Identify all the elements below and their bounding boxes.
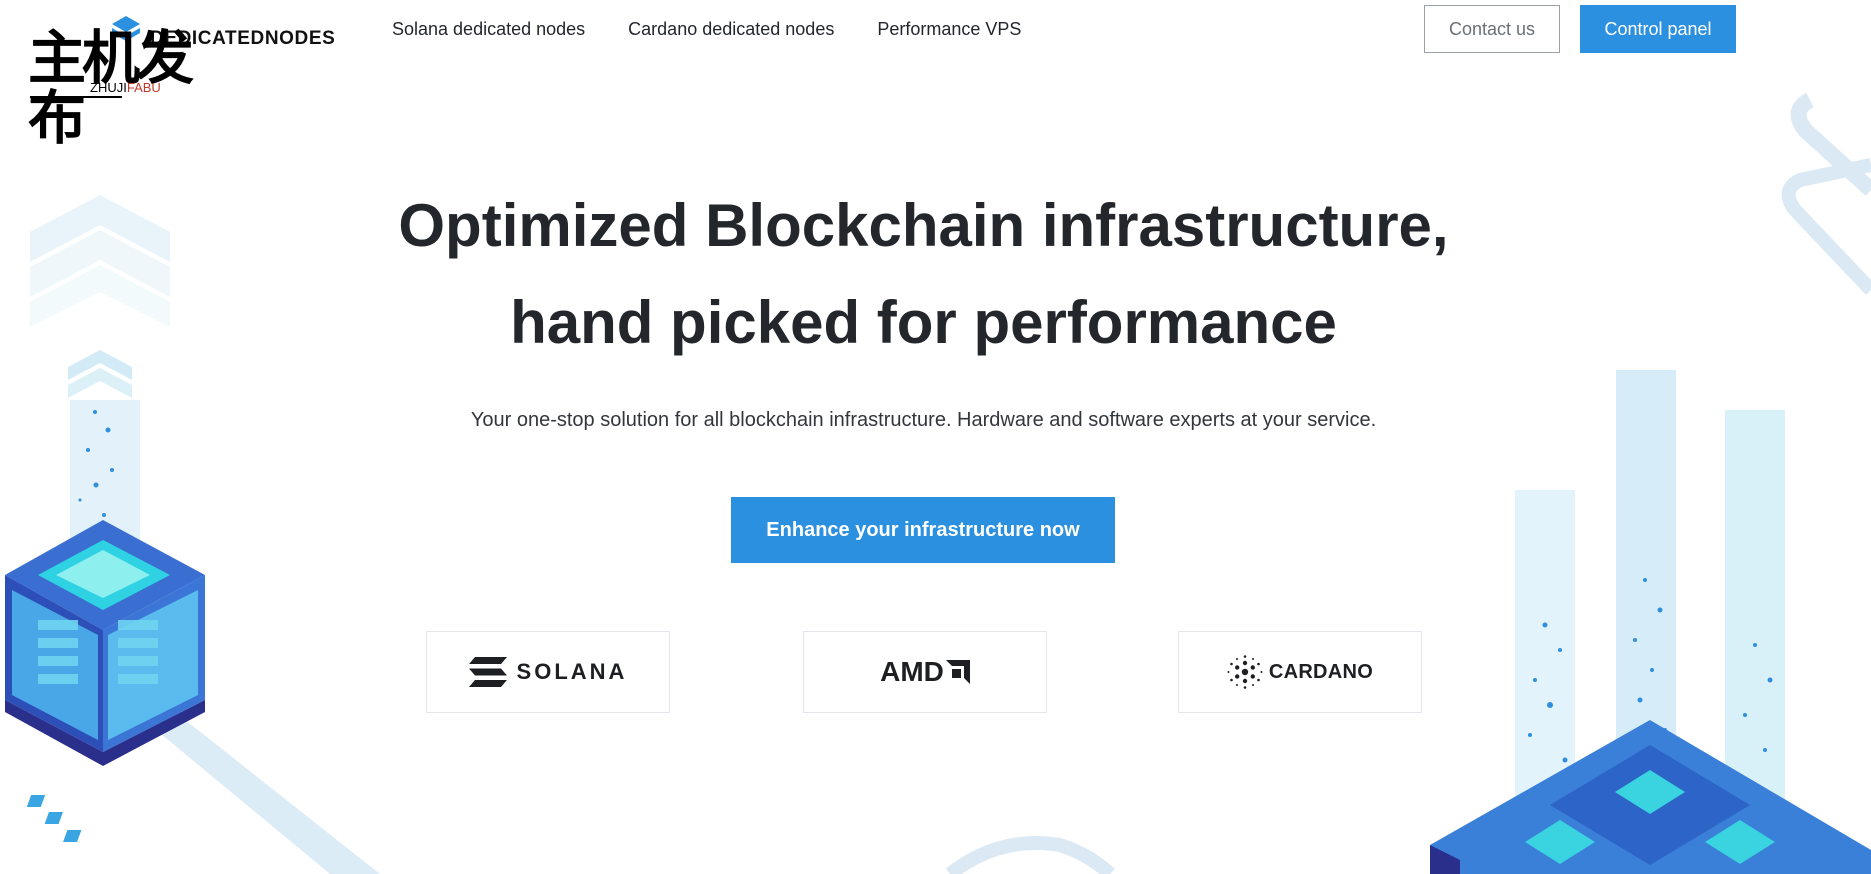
bottom-curve-decoration	[945, 835, 1115, 874]
hero-subtitle: Your one-stop solution for all blockchai…	[470, 409, 1377, 431]
nav-solana-dedicated-nodes[interactable]: Solana dedicated nodes	[392, 18, 585, 40]
main-nav: Solana dedicated nodes Cardano dedicated…	[392, 18, 1064, 40]
nav-performance-vps[interactable]: Performance VPS	[877, 18, 1021, 40]
nav-cardano-dedicated-nodes[interactable]: Cardano dedicated nodes	[628, 18, 834, 40]
enhance-infrastructure-button[interactable]: Enhance your infrastructure now	[731, 497, 1115, 563]
cardano-logo-icon	[1227, 655, 1263, 689]
watermark-latin-black: ZHUJI	[90, 80, 127, 95]
solana-logo-icon	[468, 657, 507, 687]
partner-amd[interactable]: AMD	[803, 631, 1047, 713]
site-logo[interactable]: DEDICATEDNODES 主机发布 ZHUJIFABU	[28, 10, 335, 148]
amd-arrow-icon	[945, 660, 970, 684]
partner-amd-label: AMD	[880, 656, 944, 687]
partner-cardano-label: CARDANO	[1268, 660, 1374, 683]
hero-title-line-1: Optimized Blockchain infrastructure,	[398, 192, 1449, 259]
contact-us-button[interactable]: Contact us	[1424, 5, 1560, 53]
watermark-underline	[30, 96, 122, 98]
partner-solana-label: SOLANA	[516, 659, 628, 684]
hero-title-line-2: hand picked for performance	[510, 289, 1337, 356]
partner-cardano[interactable]: CARDANO	[1178, 631, 1422, 713]
partner-solana[interactable]: SOLANA	[426, 631, 670, 713]
control-panel-button[interactable]: Control panel	[1580, 5, 1736, 53]
watermark-latin: ZHUJIFABU	[90, 80, 161, 95]
watermark-latin-red: FABU	[126, 80, 161, 95]
